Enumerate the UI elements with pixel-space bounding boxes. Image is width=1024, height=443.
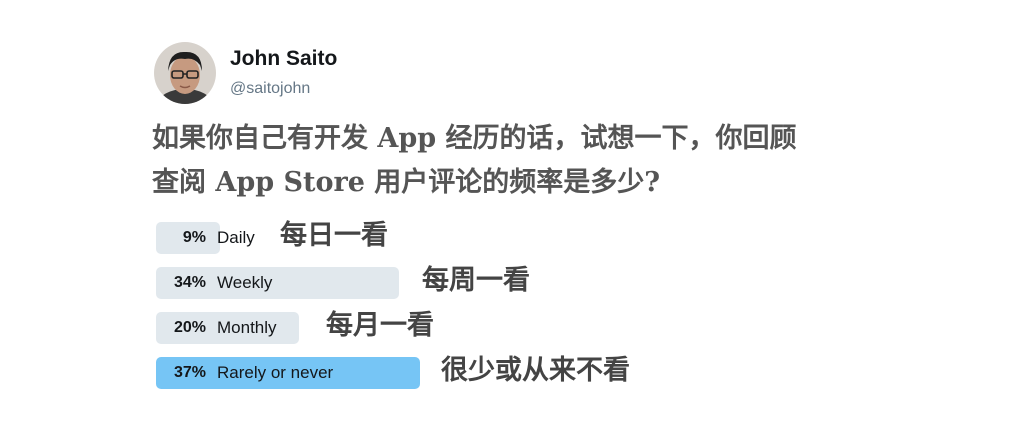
poll-option-label: Monthly [217, 318, 277, 337]
poll-percent: 34% [173, 274, 206, 291]
poll-option-label: Weekly [217, 273, 273, 292]
avatar-photo [154, 42, 216, 104]
poll-option-translation: 很少或从来不看 [441, 355, 630, 386]
author-name[interactable]: John Saito [230, 47, 337, 71]
poll-option-label: Daily [217, 228, 255, 247]
poll-percent: 20% [173, 319, 206, 336]
tweet-question: 如果你自己有开发 App 经历的话，试想一下，你回顾 查阅 App Store … [152, 117, 912, 205]
poll-option-translation: 每日一看 [280, 220, 388, 251]
poll-option-translation: 每周一看 [422, 265, 530, 296]
poll-option-translation: 每月一看 [326, 310, 434, 341]
question-line-2: 查阅 App Store 用户评论的频率是多少? [152, 167, 661, 198]
author-handle[interactable]: @saitojohn [230, 80, 310, 98]
poll-percent: 9% [182, 229, 206, 246]
avatar[interactable] [154, 42, 216, 104]
question-line-1: 如果你自己有开发 App 经历的话，试想一下，你回顾 [152, 123, 797, 154]
poll-option-label: Rarely or never [217, 363, 334, 382]
poll-percent: 37% [173, 364, 206, 381]
